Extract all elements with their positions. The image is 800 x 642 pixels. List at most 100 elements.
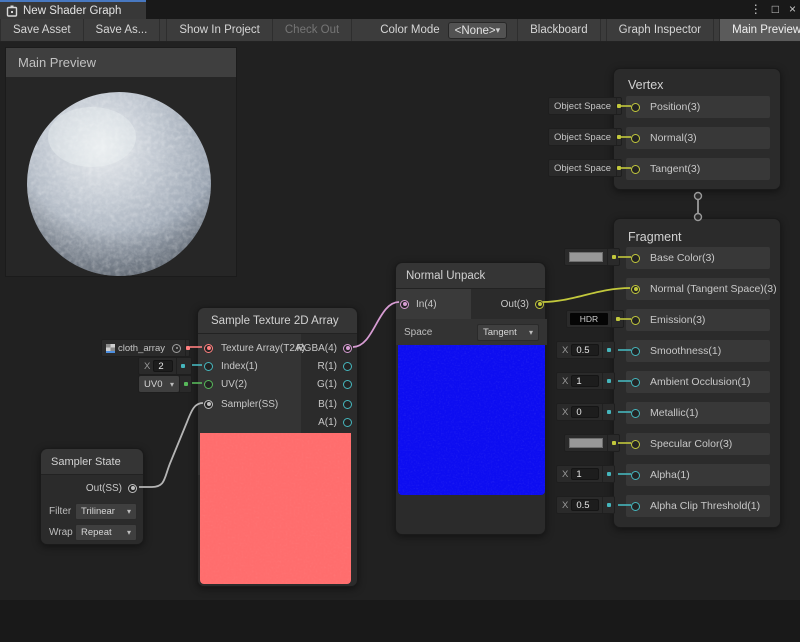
color-swatch[interactable]: [569, 252, 603, 262]
ao-value-chip[interactable]: X 1: [556, 372, 615, 390]
uv-channel-chip[interactable]: UV0 ▾: [138, 375, 192, 393]
a-port[interactable]: [343, 418, 352, 427]
ao-value-field[interactable]: 1: [571, 375, 599, 387]
normal-ts-slot[interactable]: Normal (Tangent Space)(3): [626, 278, 770, 300]
emission-port[interactable]: [631, 316, 640, 325]
tangent-port[interactable]: [631, 165, 640, 174]
hdr-color-field[interactable]: HDR: [570, 313, 608, 325]
shader-graph-tab[interactable]: New Shader Graph: [0, 0, 146, 19]
alpha-value-field[interactable]: 1: [571, 468, 599, 480]
sampler-state-node[interactable]: Sampler State Out(SS) Filter Trilinear ▾…: [40, 448, 144, 545]
position-space-dropdown[interactable]: Object Space: [548, 97, 622, 115]
outss-slot[interactable]: Out(SS): [41, 479, 143, 497]
blackboard-toggle-button[interactable]: Blackboard: [517, 19, 601, 41]
sampler-slot[interactable]: Sampler(SS): [202, 395, 298, 413]
rgba-slot[interactable]: RGBA(4): [296, 339, 352, 357]
basecolor-slot[interactable]: Base Color(3): [626, 247, 770, 269]
metallic-port[interactable]: [631, 409, 640, 418]
emission-hdr-chip[interactable]: HDR: [566, 310, 624, 328]
b-port[interactable]: [343, 400, 352, 409]
filter-dropdown[interactable]: Trilinear ▾: [75, 503, 137, 520]
uv-slot[interactable]: UV(2): [202, 375, 298, 393]
metallic-value-field[interactable]: 0: [571, 406, 599, 418]
basecolor-swatch-chip[interactable]: [564, 248, 620, 266]
out3-slot[interactable]: Out(3): [471, 289, 547, 319]
vertex-position-slot[interactable]: Position(3): [626, 96, 770, 118]
alphaclip-port[interactable]: [631, 502, 640, 511]
rgba-port[interactable]: [343, 344, 352, 353]
main-preview-toggle-button[interactable]: Main Preview: [719, 19, 800, 41]
ao-slot[interactable]: Ambient Occlusion(1): [626, 371, 770, 393]
basecolor-port[interactable]: [631, 254, 640, 263]
uv-channel-dropdown[interactable]: UV0 ▾: [139, 376, 179, 392]
graph-canvas[interactable]: Main Preview: [0, 42, 800, 600]
g-slot[interactable]: G(1): [317, 375, 352, 393]
r-slot[interactable]: R(1): [318, 357, 352, 375]
texturearray-object-chip[interactable]: cloth_array: [101, 339, 190, 357]
alphaclip-slot[interactable]: Alpha Clip Threshold(1): [626, 495, 770, 517]
space-dropdown[interactable]: Tangent ▾: [477, 324, 539, 341]
main-preview-panel[interactable]: Main Preview: [5, 47, 237, 277]
wrap-dropdown[interactable]: Repeat ▾: [75, 524, 137, 541]
smoothness-port[interactable]: [631, 347, 640, 356]
tangent-space-dropdown[interactable]: Object Space: [548, 159, 622, 177]
window-menu-icon[interactable]: ⋮: [750, 0, 762, 19]
texture-asset-name: cloth_array: [115, 340, 168, 356]
window-maximize-icon[interactable]: □: [772, 0, 779, 19]
uv-port[interactable]: [204, 380, 213, 389]
show-in-project-button[interactable]: Show In Project: [166, 19, 273, 41]
b-slot[interactable]: B(1): [318, 395, 352, 413]
in4-port[interactable]: [400, 300, 409, 309]
smoothness-value-chip[interactable]: X 0.5: [556, 341, 615, 359]
outss-port[interactable]: [128, 484, 137, 493]
index-port[interactable]: [204, 362, 213, 371]
alpha-port[interactable]: [631, 471, 640, 480]
texturearray-slot[interactable]: Texture Array(T2A): [202, 339, 298, 357]
normal-ts-port[interactable]: [631, 285, 640, 294]
out3-port[interactable]: [535, 300, 544, 309]
vertex-normal-slot[interactable]: Normal(3): [626, 127, 770, 149]
index-value-chip[interactable]: X 2: [138, 357, 192, 375]
filter-value: Trilinear: [81, 506, 115, 517]
normal-unpack-node[interactable]: Normal Unpack In(4) Out(3) Space Tangent…: [395, 262, 546, 535]
texturearray-port[interactable]: [204, 344, 213, 353]
save-asset-button[interactable]: Save Asset: [0, 19, 84, 41]
ao-port[interactable]: [631, 378, 640, 387]
window-close-icon[interactable]: ×: [789, 0, 796, 19]
index-value-field[interactable]: 2: [153, 360, 173, 372]
alphaclip-value-chip[interactable]: X 0.5: [556, 496, 615, 514]
index-slot[interactable]: Index(1): [202, 357, 298, 375]
specular-swatch-chip[interactable]: [564, 434, 620, 452]
alphaclip-value-field[interactable]: 0.5: [571, 499, 599, 511]
alpha-value-chip[interactable]: X 1: [556, 465, 615, 483]
sample-texture-2d-array-node[interactable]: Sample Texture 2D Array Texture Array(T2…: [197, 307, 358, 587]
position-port[interactable]: [631, 103, 640, 112]
r-port[interactable]: [343, 362, 352, 371]
vertex-tangent-slot[interactable]: Tangent(3): [626, 158, 770, 180]
metallic-slot[interactable]: Metallic(1): [626, 402, 770, 424]
color-swatch[interactable]: [569, 438, 603, 448]
fragment-node[interactable]: Fragment Base Color(3) Normal (Tangent S…: [613, 218, 781, 528]
save-as-button[interactable]: Save As...: [84, 19, 161, 41]
vertex-out-connector[interactable]: [695, 193, 702, 200]
vertex-node[interactable]: Vertex Position(3) Normal(3) Tangent(3): [613, 68, 781, 190]
smoothness-slot[interactable]: Smoothness(1): [626, 340, 770, 362]
color-mode-dropdown[interactable]: <None> ▾: [448, 22, 507, 39]
main-preview-header[interactable]: Main Preview: [6, 48, 236, 77]
specular-slot[interactable]: Specular Color(3): [626, 433, 770, 455]
normal-port[interactable]: [631, 134, 640, 143]
check-out-button[interactable]: Check Out: [273, 19, 352, 41]
smoothness-label: Smoothness(1): [650, 345, 721, 357]
emission-slot[interactable]: Emission(3): [626, 309, 770, 331]
graph-inspector-toggle-button[interactable]: Graph Inspector: [606, 19, 714, 41]
specular-port[interactable]: [631, 440, 640, 449]
normal-space-dropdown[interactable]: Object Space: [548, 128, 622, 146]
sampler-port[interactable]: [204, 400, 213, 409]
g-port[interactable]: [343, 380, 352, 389]
metallic-value-chip[interactable]: X 0: [556, 403, 615, 421]
object-picker-icon[interactable]: [172, 344, 181, 353]
in4-slot[interactable]: In(4): [396, 289, 471, 319]
alpha-slot[interactable]: Alpha(1): [626, 464, 770, 486]
a-slot[interactable]: A(1): [318, 413, 352, 431]
smoothness-value-field[interactable]: 0.5: [571, 344, 599, 356]
